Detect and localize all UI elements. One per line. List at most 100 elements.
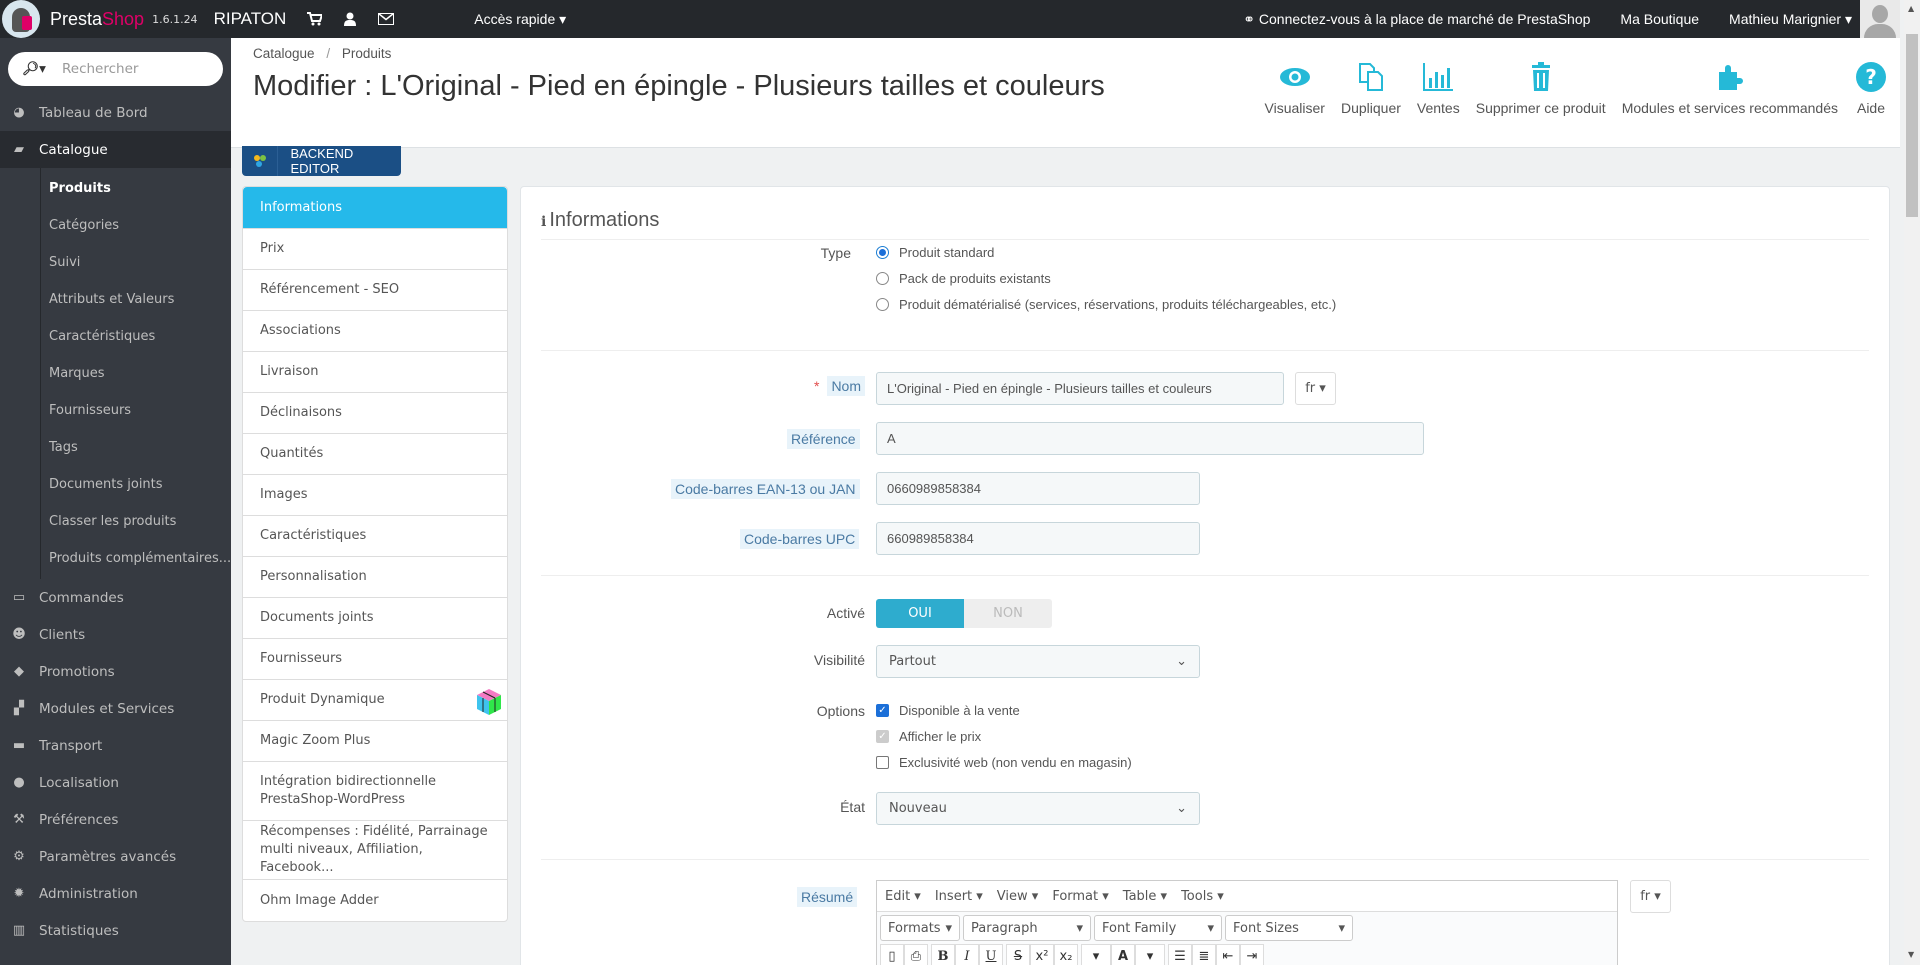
tab-produit-dynamique[interactable]: Produit Dynamique xyxy=(243,680,507,721)
scroll-up-arrow-icon[interactable]: ▲ xyxy=(1908,4,1914,13)
strikethrough-icon[interactable]: S xyxy=(1006,944,1030,965)
cart-icon[interactable] xyxy=(306,11,322,27)
sidebar-item-catalogue[interactable]: ▰ Catalogue xyxy=(0,131,231,168)
marketplace-link[interactable]: ⚭ Connectez-vous à la place de marché de… xyxy=(1243,11,1590,28)
avatar[interactable] xyxy=(1860,0,1900,38)
duplicate-button[interactable]: Dupliquer xyxy=(1341,60,1401,116)
condition-select[interactable]: Nouveau ⌄ xyxy=(876,792,1200,825)
type-radio-standard[interactable]: Produit standard xyxy=(876,245,994,260)
superscript-icon[interactable]: x² xyxy=(1030,944,1054,965)
underline-icon[interactable]: U xyxy=(979,944,1003,965)
tab-seo[interactable]: Référencement - SEO xyxy=(243,270,507,311)
font-sizes-dropdown[interactable]: Font Sizes ▾ xyxy=(1225,915,1353,941)
subscript-icon[interactable]: x₂ xyxy=(1054,944,1078,965)
option-web-exclusive-checkbox[interactable]: Exclusivité web (non vendu en magasin) xyxy=(876,755,1132,770)
editor-menu-insert[interactable]: Insert ▾ xyxy=(935,889,983,904)
user-icon[interactable] xyxy=(342,11,358,27)
editor-menu-edit[interactable]: Edit ▾ xyxy=(885,889,921,904)
upc-input[interactable]: 660989858384 xyxy=(876,522,1200,555)
option-available-checkbox[interactable]: ✓ Disponible à la vente xyxy=(876,703,1020,718)
sidebar-item-administration[interactable]: ✹ Administration xyxy=(0,875,231,912)
submenu-item-categories[interactable]: Catégories xyxy=(41,207,231,244)
editor-menu-tools[interactable]: Tools ▾ xyxy=(1181,889,1224,904)
tab-personnalisation[interactable]: Personnalisation xyxy=(243,557,507,598)
name-input[interactable]: L'Original - Pied en épingle - Plusieurs… xyxy=(876,372,1284,405)
sidebar-item-commandes[interactable]: ▭ Commandes xyxy=(0,579,231,616)
sidebar-item-preferences[interactable]: ⚒ Préférences xyxy=(0,801,231,838)
tab-informations[interactable]: Informations xyxy=(243,187,507,229)
breadcrumb-produits[interactable]: Produits xyxy=(342,46,392,61)
background-color-dropdown-icon[interactable]: ▾ xyxy=(1135,944,1165,965)
active-toggle[interactable]: OUI NON xyxy=(876,599,1052,628)
my-shop-link[interactable]: Ma Boutique xyxy=(1620,11,1699,27)
sidebar-item-localisation[interactable]: ● Localisation xyxy=(0,764,231,801)
scrollbar-thumb[interactable] xyxy=(1906,34,1918,217)
sidebar-item-statistiques[interactable]: ▥ Statistiques xyxy=(0,912,231,949)
tab-caracteristiques[interactable]: Caractéristiques xyxy=(243,516,507,557)
editor-menu-format[interactable]: Format ▾ xyxy=(1052,889,1108,904)
submenu-item-tags[interactable]: Tags xyxy=(41,429,231,466)
outdent-icon[interactable]: ⇤ xyxy=(1216,944,1240,965)
summary-lang-dropdown[interactable]: fr ▾ xyxy=(1630,880,1671,913)
type-radio-virtual[interactable]: Produit dématérialisé (services, réserva… xyxy=(876,297,1336,312)
italic-icon[interactable]: I xyxy=(955,944,979,965)
submenu-item-caracteristiques[interactable]: Caractéristiques xyxy=(41,318,231,355)
tab-images[interactable]: Images xyxy=(243,475,507,516)
tab-wordpress[interactable]: Intégration bidirectionnelle PrestaShop-… xyxy=(243,762,507,821)
active-yes[interactable]: OUI xyxy=(876,599,964,628)
type-radio-pack[interactable]: Pack de produits existants xyxy=(876,271,1051,286)
sales-button[interactable]: Ventes xyxy=(1417,60,1460,116)
submenu-item-marques[interactable]: Marques xyxy=(41,355,231,392)
print-icon[interactable]: ⎙ xyxy=(904,944,928,965)
scroll-down-arrow-icon[interactable]: ▼ xyxy=(1908,950,1914,959)
sidebar-item-transport[interactable]: ▬ Transport xyxy=(0,727,231,764)
bullet-list-icon[interactable]: ☰ xyxy=(1168,944,1192,965)
formats-dropdown[interactable]: Formats ▾ xyxy=(880,915,960,941)
tab-quantites[interactable]: Quantités xyxy=(243,434,507,475)
tab-ohm-image[interactable]: Ohm Image Adder xyxy=(243,880,507,921)
search-icon[interactable]: 🔎︎▾ xyxy=(22,61,62,77)
view-button[interactable]: Visualiser xyxy=(1265,60,1325,116)
text-color-dropdown-icon[interactable]: ▾ xyxy=(1081,944,1111,965)
bold-icon[interactable]: B xyxy=(931,944,955,965)
user-menu[interactable]: Mathieu Marignier ▾ xyxy=(1729,11,1852,28)
sidebar-item-dashboard[interactable]: ◕ Tableau de Bord xyxy=(0,94,231,131)
page-scrollbar[interactable]: ▲ ▼ xyxy=(1904,0,1920,965)
help-button[interactable]: ? Aide xyxy=(1854,60,1888,116)
paragraph-dropdown[interactable]: Paragraph ▾ xyxy=(963,915,1091,941)
tab-recompenses[interactable]: Récompenses : Fidélité, Parrainage multi… xyxy=(243,821,507,880)
new-document-icon[interactable]: ▯ xyxy=(880,944,904,965)
text-color-icon[interactable]: A xyxy=(1111,944,1135,965)
prestashop-logo-icon[interactable] xyxy=(2,0,40,38)
tab-magic-zoom[interactable]: Magic Zoom Plus xyxy=(243,721,507,762)
submenu-item-produits[interactable]: Produits xyxy=(41,170,231,207)
submenu-item-documents[interactable]: Documents joints xyxy=(41,466,231,503)
sidebar-item-clients[interactable]: ☻ Clients xyxy=(0,616,231,653)
recommended-modules-button[interactable]: Modules et services recommandés xyxy=(1622,60,1838,116)
visibility-select[interactable]: Partout ⌄ xyxy=(876,645,1200,678)
numbered-list-icon[interactable]: ≣ xyxy=(1192,944,1216,965)
tab-fournisseurs[interactable]: Fournisseurs xyxy=(243,639,507,680)
submenu-item-attributs[interactable]: Attributs et Valeurs xyxy=(41,281,231,318)
sidebar-item-promotions[interactable]: ◆ Promotions xyxy=(0,653,231,690)
tab-prix[interactable]: Prix xyxy=(243,229,507,270)
summary-rich-text-editor[interactable]: Edit ▾ Insert ▾ View ▾ Format ▾ Table ▾ … xyxy=(876,880,1618,965)
sidebar-item-parametres[interactable]: ⚙ Paramètres avancés xyxy=(0,838,231,875)
search-input[interactable]: 🔎︎▾ Rechercher xyxy=(8,52,223,86)
submenu-item-classer[interactable]: Classer les produits xyxy=(41,503,231,540)
submenu-item-suivi[interactable]: Suivi xyxy=(41,244,231,281)
active-no[interactable]: NON xyxy=(964,599,1052,628)
delete-product-button[interactable]: Supprimer ce produit xyxy=(1476,60,1606,116)
quick-access-dropdown[interactable]: Accès rapide ▾ xyxy=(474,11,566,28)
envelope-icon[interactable] xyxy=(378,11,395,27)
name-lang-dropdown[interactable]: fr ▾ xyxy=(1295,372,1336,405)
editor-menu-view[interactable]: View ▾ xyxy=(997,889,1039,904)
tab-livraison[interactable]: Livraison xyxy=(243,352,507,393)
breadcrumb-catalogue[interactable]: Catalogue xyxy=(253,46,315,61)
tab-documents-joints[interactable]: Documents joints xyxy=(243,598,507,639)
backend-editor-button[interactable]: BACKEND EDITOR xyxy=(242,146,401,176)
tab-associations[interactable]: Associations xyxy=(243,311,507,352)
sidebar-item-modules[interactable]: ▞ Modules et Services xyxy=(0,690,231,727)
font-family-dropdown[interactable]: Font Family ▾ xyxy=(1094,915,1222,941)
shop-name-link[interactable]: RIPATON xyxy=(214,9,287,29)
